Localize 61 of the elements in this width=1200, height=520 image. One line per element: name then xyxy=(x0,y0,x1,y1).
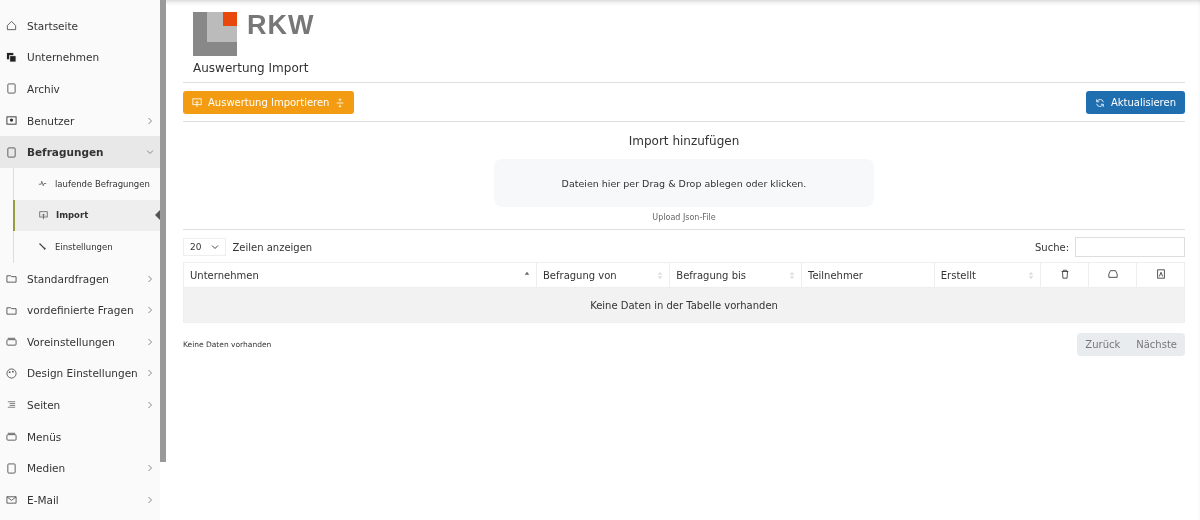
pulse-icon xyxy=(38,179,47,189)
pages-icon xyxy=(6,146,17,158)
dropzone[interactable]: Dateien hier per Drag & Drop ablegen oder klicken. xyxy=(494,159,874,207)
column-header[interactable]: Befragung von xyxy=(536,262,670,288)
empty-table-message: Keine Daten in der Tabelle vorhanden xyxy=(183,287,1185,323)
column-header[interactable]: Unternehmen xyxy=(183,262,537,288)
document-icon xyxy=(6,83,17,95)
sidebar-item[interactable]: Standardfragen xyxy=(0,262,160,295)
pointer-icon xyxy=(155,210,160,221)
pages-icon xyxy=(6,462,17,474)
sidebar-item[interactable]: Seiten xyxy=(0,389,160,421)
search-label: Suche: xyxy=(1034,241,1069,253)
column-header[interactable] xyxy=(1136,262,1185,288)
tray-icon xyxy=(6,336,17,348)
refresh-icon xyxy=(1094,97,1105,108)
upload-hint: Upload Json-File xyxy=(651,213,717,222)
column-header[interactable]: Erstellt xyxy=(934,262,1041,288)
sidebar-item[interactable]: E-Mail xyxy=(0,483,160,516)
squares-icon xyxy=(6,51,17,63)
tray-icon xyxy=(1107,269,1118,279)
expand-icon xyxy=(335,97,346,108)
upload-icon xyxy=(192,97,202,108)
scrollbar[interactable] xyxy=(160,0,166,462)
section-heading: Import hinzufügen xyxy=(627,134,741,148)
sidebar-item[interactable]: vordefinierte Fragen xyxy=(0,294,160,326)
column-header[interactable] xyxy=(1088,262,1137,288)
search-field[interactable] xyxy=(1075,237,1185,257)
sidebar-item[interactable]: Menüs xyxy=(0,420,160,453)
logo-icon xyxy=(193,12,237,56)
page-size-label: Zeilen anzeigen xyxy=(232,241,313,253)
sidebar-item[interactable]: Benutzer xyxy=(0,104,160,137)
chevron-down-icon xyxy=(211,243,220,251)
sidebar-item[interactable]: Voreinstellungen xyxy=(0,325,160,358)
column-header[interactable]: Befragung bis xyxy=(669,262,802,288)
column-header[interactable] xyxy=(1040,262,1089,288)
logo-text: RKW xyxy=(247,12,315,39)
list-icon xyxy=(6,399,17,411)
folder-icon xyxy=(6,273,17,285)
sidebar-item[interactable]: Design Einstellungen xyxy=(0,357,160,390)
pdf-icon xyxy=(1155,269,1166,279)
upload-icon xyxy=(39,210,48,220)
previous-button[interactable]: Zurück xyxy=(1077,333,1129,356)
wrench-icon xyxy=(38,242,47,252)
refresh-button[interactable]: Aktualisieren xyxy=(1085,91,1185,114)
folder-icon xyxy=(6,304,17,316)
trash-icon xyxy=(1059,269,1070,279)
sidebar-item[interactable]: Startseite xyxy=(0,10,160,42)
user-card-icon xyxy=(6,115,17,127)
page-size-select[interactable]: 20 xyxy=(183,238,227,256)
tray-icon xyxy=(6,431,17,442)
envelope-icon xyxy=(6,494,17,506)
sidebar-item[interactable]: Befragungen xyxy=(0,136,160,168)
submenu-item[interactable]: Import xyxy=(13,199,160,232)
sidebar-item[interactable]: Archiv xyxy=(0,73,160,105)
sidebar-item[interactable]: Medien xyxy=(0,452,160,484)
column-header[interactable]: Teilnehmer xyxy=(801,262,935,288)
sidebar-item[interactable]: Unternehmen xyxy=(0,41,160,74)
page-title: Auswertung Import xyxy=(193,61,310,75)
palette-icon xyxy=(6,367,17,379)
next-button[interactable]: Nächste xyxy=(1128,333,1185,356)
home-icon xyxy=(6,20,17,32)
